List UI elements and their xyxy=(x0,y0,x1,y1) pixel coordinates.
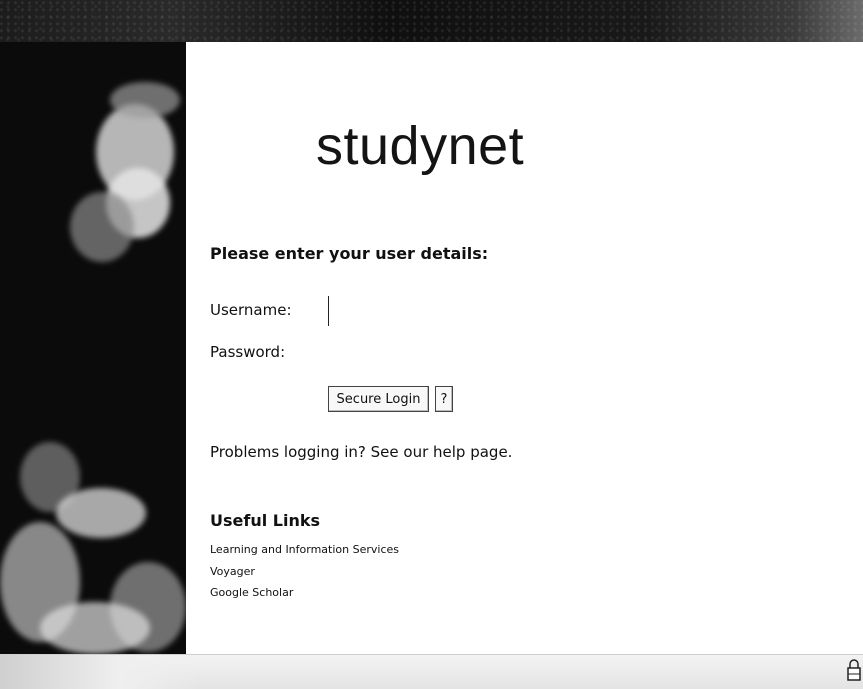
password-input[interactable] xyxy=(328,340,528,366)
help-button[interactable]: ? xyxy=(435,386,453,412)
link-learning-information-services[interactable]: Learning and Information Services xyxy=(210,543,399,556)
help-page-link[interactable]: Problems logging in? See our help page. xyxy=(210,443,512,461)
link-voyager[interactable]: Voyager xyxy=(210,565,255,578)
username-label: Username: xyxy=(210,301,292,319)
link-google-scholar[interactable]: Google Scholar xyxy=(210,586,293,599)
username-input[interactable] xyxy=(328,296,529,326)
secure-login-button[interactable]: Secure Login xyxy=(328,386,429,412)
login-heading: Please enter your user details: xyxy=(210,244,489,263)
lock-icon xyxy=(847,658,861,682)
useful-links-title: Useful Links xyxy=(210,511,321,530)
status-bar xyxy=(0,654,863,689)
password-label: Password: xyxy=(210,343,286,361)
side-photo xyxy=(0,42,186,654)
header-bar xyxy=(0,0,863,42)
site-logo: studynet xyxy=(316,116,525,176)
